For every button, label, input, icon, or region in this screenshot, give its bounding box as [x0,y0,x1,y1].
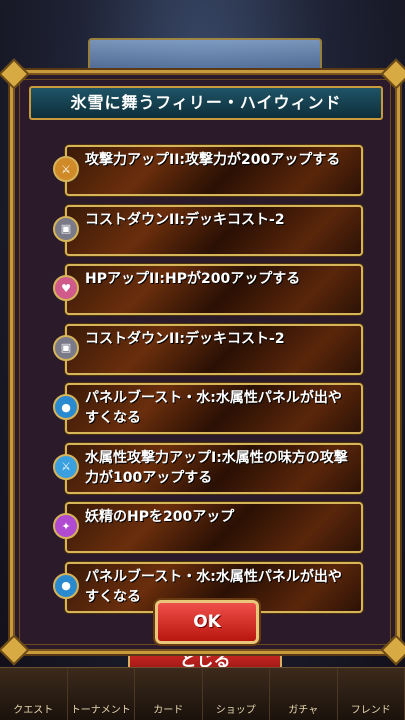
nav-shop[interactable]: ショップ [203,668,270,720]
skill-text: 攻撃力アップII:攻撃力が200アップする [85,152,341,168]
dialog-title: 氷雪に舞うフィリー・ハイウィンド [29,86,383,120]
skill-text: 妖精のHPを200アップ [85,509,235,525]
skill-list: ⚔ 攻撃力アップII:攻撃力が200アップする ▣ コストダウンII:デッキコス… [53,145,363,621]
skill-text: 水属性攻撃力アップI:水属性の味方の攻撃力が100アップする [85,449,348,486]
skill-item: ● パネルブースト・水:水属性パネルが出やすくなる [53,383,363,434]
heart-icon: ♥ [53,275,79,301]
bottom-nav: クエスト トーナメント カード ショップ ガチャ フレンド [0,667,405,720]
skill-text: パネルブースト・水:水属性パネルが出やすくなる [85,390,342,426]
nav-tournament[interactable]: トーナメント [68,668,135,720]
nav-friend[interactable]: フレンド [338,668,405,720]
water-panel-icon: ● [53,572,79,599]
skill-item: ▣ コストダウンII:デッキコスト-2 [53,204,363,256]
sword-icon: ⚔ [53,156,79,182]
skill-item: ✦ 妖精のHPを200アップ [53,502,363,553]
skill-text: コストダウンII:デッキコスト-2 [85,211,285,228]
skill-dialog: 氷雪に舞うフィリー・ハイウィンド ⚔ 攻撃力アップII:攻撃力が200アップする… [0,58,405,666]
water-sword-icon: ⚔ [53,453,79,480]
nav-gacha[interactable]: ガチャ [270,668,338,720]
cost-icon: ▣ [53,334,79,361]
skill-item: ♥ HPアップII:HPが200アップする [53,264,363,315]
skill-item: ⚔ 攻撃力アップII:攻撃力が200アップする [53,145,363,196]
skill-text: コストダウンII:デッキコスト-2 [85,330,285,347]
skill-text: HPアップII:HPが200アップする [85,271,301,287]
skill-item: ▣ コストダウンII:デッキコスト-2 [53,323,363,375]
cost-icon: ▣ [53,215,79,242]
nav-quest[interactable]: クエスト [0,668,68,720]
fairy-icon: ✦ [53,513,79,539]
ok-button[interactable]: OK [155,600,259,644]
skill-item: ⚔ 水属性攻撃力アップI:水属性の味方の攻撃力が100アップする [53,442,363,494]
water-panel-icon: ● [53,394,79,420]
nav-card[interactable]: カード [135,668,203,720]
